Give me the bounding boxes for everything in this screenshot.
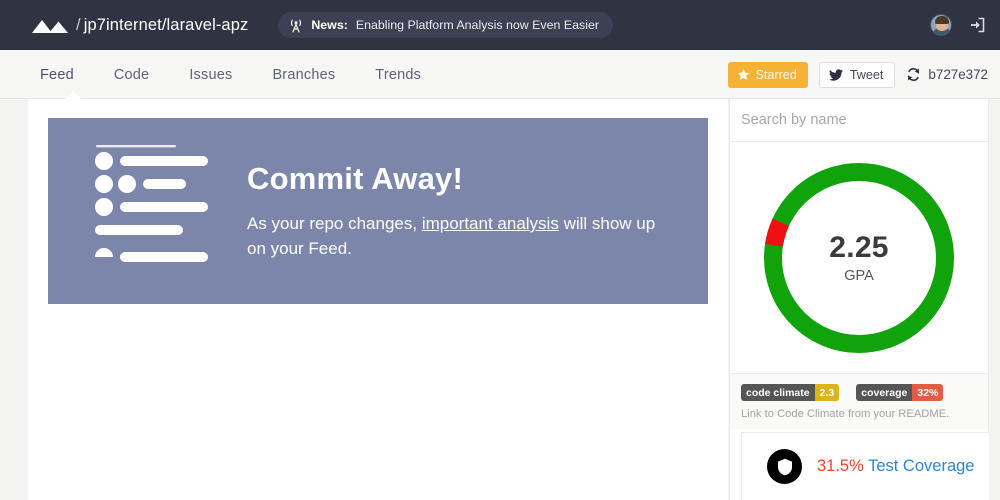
news-label: News: — [311, 18, 348, 32]
starred-button[interactable]: Starred — [727, 61, 808, 88]
news-text: Enabling Platform Analysis now Even Easi… — [355, 18, 599, 32]
promo-body-before: As your repo changes, — [247, 214, 422, 233]
active-tab-indicator — [64, 91, 82, 100]
promo-card: Commit Away! As your repo changes, impor… — [48, 118, 708, 304]
right-gutter — [989, 99, 1000, 500]
sign-in-icon[interactable] — [968, 16, 986, 34]
badge-coverage-value: 32% — [912, 384, 944, 401]
breadcrumb[interactable]: / jp7internet/laravel-apz — [76, 16, 248, 35]
tweet-button-label: Tweet — [849, 67, 884, 82]
gpa-label: GPA — [844, 268, 874, 284]
refresh-sync-icon — [908, 68, 920, 81]
top-bar: / jp7internet/laravel-apz News: Enabling … — [0, 0, 1000, 50]
gpa-chart-block: 2.25 GPA — [730, 142, 988, 373]
promo-body-link[interactable]: important analysis — [422, 214, 559, 233]
badge-row: code climate 2.3 coverage 32% — [741, 384, 988, 401]
sidebar-panel: 2.25 GPA code climate 2.3 coverage 32% L… — [729, 99, 990, 500]
gpa-value: 2.25 — [829, 231, 889, 264]
nav-actions: Starred Tweet b727e372 — [727, 50, 993, 99]
breadcrumb-repo[interactable]: jp7internet/laravel-apz — [84, 16, 249, 34]
tweet-button[interactable]: Tweet — [818, 61, 896, 88]
starred-button-label: Starred — [755, 67, 797, 82]
badge-code-climate-key: code climate — [741, 384, 815, 401]
badge-code-climate[interactable]: code climate 2.3 — [741, 384, 840, 401]
app-root: / jp7internet/laravel-apz News: Enabling … — [0, 0, 1000, 500]
tab-feed[interactable]: Feed — [38, 65, 76, 85]
test-coverage-text: 31.5% Test Coverage — [817, 457, 974, 476]
broadcast-tower-icon — [291, 19, 302, 33]
nav-tabs: Feed Code Issues Branches Trends — [38, 50, 423, 99]
commit-list-illustration — [86, 144, 236, 278]
gpa-donut-chart: 2.25 GPA — [761, 160, 957, 356]
test-coverage-card[interactable]: 31.5% Test Coverage — [741, 432, 990, 500]
badge-note: Link to Code Climate from your README. — [741, 408, 950, 420]
promo-text: Commit Away! As your repo changes, impor… — [247, 161, 672, 261]
avatar-hair — [935, 16, 949, 24]
topbar-actions — [930, 0, 986, 50]
search-row — [730, 99, 988, 142]
news-banner[interactable]: News: Enabling Platform Analysis now Eve… — [278, 12, 613, 38]
tab-issues[interactable]: Issues — [187, 65, 234, 85]
tab-branches[interactable]: Branches — [270, 65, 337, 85]
twitter-bird-icon — [828, 68, 843, 81]
promo-body: As your repo changes, important analysis… — [247, 211, 672, 261]
mountains-logo-icon[interactable] — [30, 12, 72, 38]
breadcrumb-slash: / — [76, 15, 81, 34]
gpa-center-text: 2.25 GPA — [761, 160, 957, 356]
badge-coverage[interactable]: coverage 32% — [856, 384, 944, 401]
main-content: Commit Away! As your repo changes, impor… — [28, 99, 728, 500]
commit-ref-button[interactable]: b727e372 — [906, 67, 992, 82]
nav-bar: Feed Code Issues Branches Trends Starred… — [0, 50, 1000, 99]
search-input[interactable] — [741, 112, 971, 128]
shield-icon — [767, 449, 802, 484]
test-coverage-label: Test Coverage — [863, 457, 975, 475]
badges-block: code climate 2.3 coverage 32% Link to Co… — [730, 373, 988, 429]
star-icon — [737, 68, 749, 80]
badge-coverage-key: coverage — [856, 384, 913, 401]
commit-ref-label: b727e372 — [928, 67, 988, 82]
tab-trends[interactable]: Trends — [373, 65, 423, 85]
badge-code-climate-value: 2.3 — [814, 384, 840, 401]
test-coverage-percent: 31.5% — [817, 457, 864, 475]
promo-title: Commit Away! — [247, 161, 463, 196]
tab-code[interactable]: Code — [112, 65, 151, 85]
user-avatar[interactable] — [930, 14, 952, 36]
